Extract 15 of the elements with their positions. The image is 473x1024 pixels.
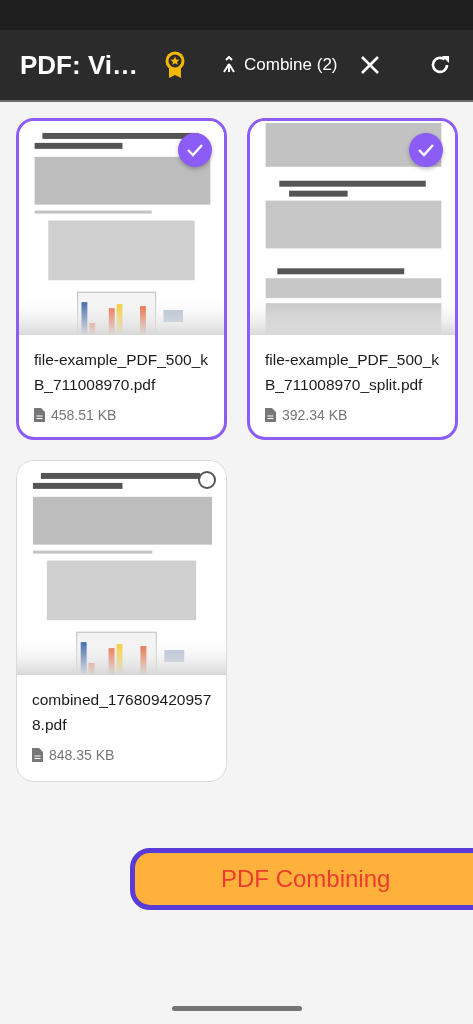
document-icon xyxy=(265,408,276,422)
combine-button[interactable]: Combine (2) xyxy=(216,49,344,81)
file-size: 392.34 KB xyxy=(282,407,348,423)
file-card[interactable]: file-example_PDF_500_kB_711008970_split.pdf 392.34 KB xyxy=(247,118,458,440)
merge-icon xyxy=(222,56,236,74)
file-card[interactable]: combined_1768094209578.pdf 848.35 KB xyxy=(16,460,227,782)
file-name: combined_1768094209578.pdf xyxy=(32,690,213,735)
file-size: 848.35 KB xyxy=(49,747,115,763)
file-name: file-example_PDF_500_kB_711008970_split.pdf xyxy=(265,350,441,395)
document-icon xyxy=(34,408,45,422)
file-card[interactable]: file-example_PDF_500_kB_711008970.pdf 458.51 KB xyxy=(16,118,227,440)
app-title: PDF: Vi… xyxy=(20,49,139,81)
file-size: 458.51 KB xyxy=(51,407,117,423)
document-icon xyxy=(32,748,43,762)
file-name: file-example_PDF_500_kB_711008970.pdf xyxy=(34,350,210,395)
